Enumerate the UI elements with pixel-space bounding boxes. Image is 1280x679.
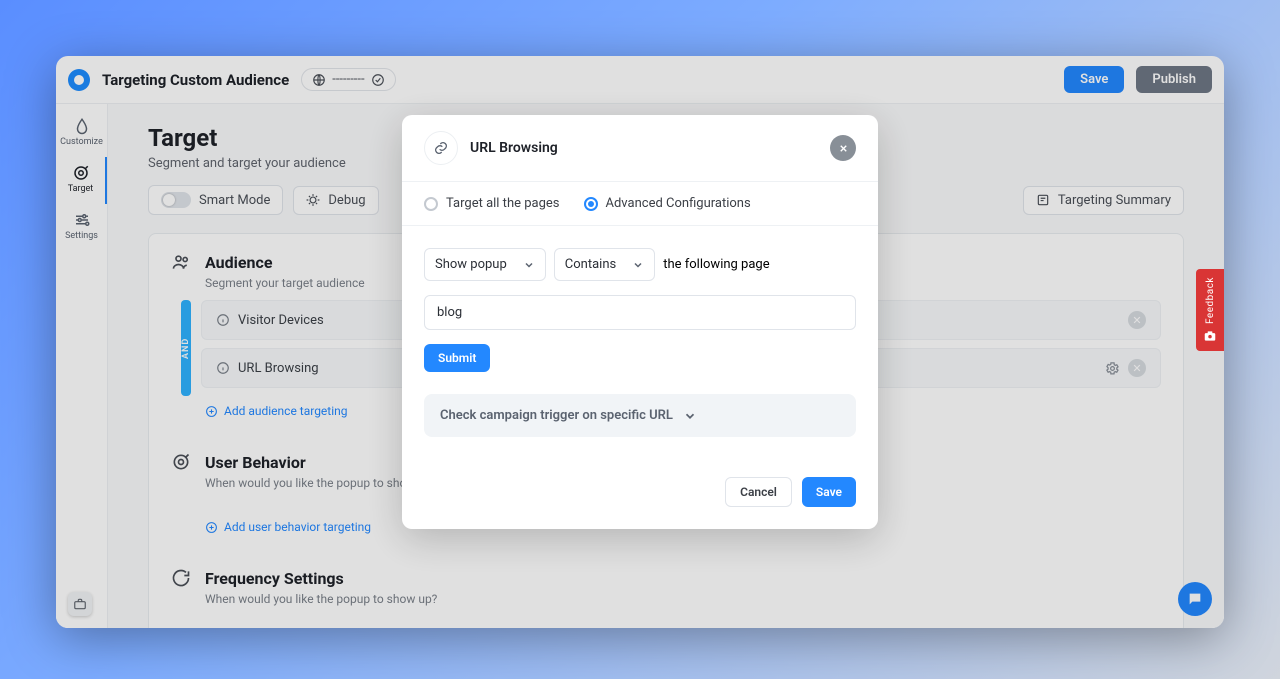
- action-select[interactable]: Show popup: [424, 248, 546, 281]
- modal-save-button[interactable]: Save: [802, 477, 856, 507]
- check-trigger-row[interactable]: Check campaign trigger on specific URL: [424, 394, 856, 437]
- url-value-input[interactable]: [424, 295, 856, 330]
- close-button[interactable]: [830, 135, 856, 161]
- link-icon: [433, 140, 449, 156]
- modal-title: URL Browsing: [470, 140, 818, 156]
- link-icon-circle: [424, 131, 458, 165]
- match-select[interactable]: Contains: [554, 248, 655, 281]
- following-text: the following page: [663, 257, 769, 272]
- radio-icon: [424, 197, 438, 211]
- radio-target-all[interactable]: Target all the pages: [424, 196, 560, 211]
- submit-button[interactable]: Submit: [424, 344, 490, 372]
- chevron-down-icon: [683, 409, 697, 423]
- radio-advanced[interactable]: Advanced Configurations: [584, 196, 751, 211]
- cancel-button[interactable]: Cancel: [725, 477, 792, 507]
- feedback-tab[interactable]: Feedback: [1196, 269, 1224, 351]
- radio-icon: [584, 197, 598, 211]
- url-browsing-modal: URL Browsing Target all the pages Advanc…: [402, 115, 878, 529]
- chevron-down-icon: [523, 259, 535, 271]
- close-icon: [838, 143, 849, 154]
- camera-icon: [1203, 329, 1217, 343]
- chevron-down-icon: [632, 259, 644, 271]
